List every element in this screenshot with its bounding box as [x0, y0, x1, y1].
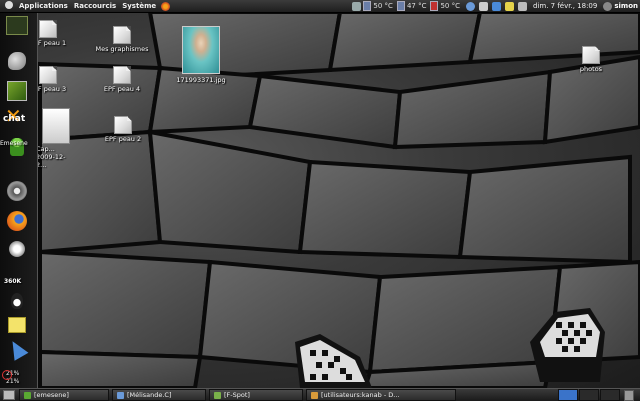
- firefox-launcher-icon[interactable]: [161, 1, 171, 11]
- dock-item-media[interactable]: [3, 180, 31, 202]
- network-counter: 360K: [4, 278, 22, 285]
- photo-thumbnail: [182, 26, 220, 74]
- thermometer-icon: [396, 1, 405, 11]
- temp-value-3: 50 °C: [440, 2, 460, 10]
- notes-icon[interactable]: [505, 1, 514, 11]
- user-switcher[interactable]: simon: [614, 2, 638, 10]
- dock-item-chat[interactable]: ✕ chat: [3, 106, 31, 128]
- mail-icon[interactable]: [479, 1, 488, 11]
- task-label: [Mélisande.C]: [127, 391, 172, 399]
- desktop-icon-epf-peau-2[interactable]: EPF peau 2: [100, 116, 146, 143]
- show-desktop-icon[interactable]: [3, 390, 15, 400]
- task-utilisateurs[interactable]: [utilisateurs:kanab - D...: [306, 389, 456, 401]
- applications-menu[interactable]: Applications: [16, 2, 71, 10]
- temp-sensor-2[interactable]: 47 °C: [396, 1, 427, 11]
- gimp-icon: [8, 52, 26, 70]
- user-status-icon[interactable]: [466, 1, 475, 11]
- icon-label: EPF peau 2: [104, 135, 142, 143]
- desktop-icon-epf-peau-4[interactable]: EPF peau 4: [100, 66, 144, 93]
- document-icon: [113, 66, 131, 84]
- thermometer-icon: [363, 1, 372, 11]
- volume-icon[interactable]: [518, 1, 527, 11]
- f-spot-icon: [214, 391, 221, 399]
- shortcuts-menu[interactable]: Raccourcis: [71, 2, 119, 10]
- bottom-panel: [emesene] [Mélisande.C] [F-Spot] [utilis…: [0, 388, 640, 401]
- desktop-icon-photo[interactable]: 171993371.jpg: [172, 26, 230, 84]
- top-panel: Applications Raccourcis Système 50 °C 47…: [0, 0, 640, 13]
- apps-icon: [7, 81, 27, 101]
- task-melisande[interactable]: [Mélisande.C]: [112, 389, 206, 401]
- desktop-icon-photos[interactable]: photos: [574, 46, 608, 73]
- hdd-icon: [352, 1, 362, 11]
- pointer-icon: [5, 337, 29, 361]
- workspace-switcher: [557, 389, 634, 401]
- icon-label: Mes graphismes: [95, 45, 149, 53]
- update-icon: [9, 241, 25, 257]
- workspace-2[interactable]: [579, 389, 599, 401]
- icon-label: EPF peau 4: [103, 85, 141, 93]
- emesene-icon: [24, 391, 31, 399]
- system-tray: 50 °C 47 °C 50 °C dim. 7 févr., 18:09 si…: [350, 0, 640, 12]
- temp-value-2: 47 °C: [406, 2, 427, 10]
- document-icon: [39, 20, 57, 38]
- sticky-note-icon: [8, 317, 26, 333]
- user-icon: [117, 391, 124, 399]
- dock-item-firefox[interactable]: [3, 210, 31, 232]
- icon-label: photos: [579, 65, 603, 73]
- task-label: [emesene]: [34, 391, 69, 399]
- media-player-icon: [7, 181, 27, 201]
- temp-sensor-3[interactable]: 50 °C: [430, 1, 460, 11]
- desktop-icon-screenshot[interactable]: Cap... 2009-12-2...: [36, 108, 74, 169]
- icon-label: Cap... 2009-12-2...: [36, 145, 66, 169]
- trash-icon[interactable]: [624, 389, 634, 401]
- desktop-wallpaper: [0, 12, 640, 388]
- left-dock: ✕ chat Emesene 360K 21% 21%: [0, 12, 38, 388]
- chat-logo: chat: [3, 114, 26, 124]
- desktop-icon-mes-graphismes[interactable]: Mes graphismes: [92, 26, 152, 53]
- dock-item-terminal[interactable]: [3, 14, 31, 36]
- temp-sensor-1[interactable]: 50 °C: [363, 1, 393, 11]
- document-icon: [582, 46, 600, 64]
- icon-label: 171993371.jpg: [176, 76, 226, 84]
- workspace-1[interactable]: [558, 389, 578, 401]
- thermometer-icon: [430, 1, 439, 11]
- cpu-meter-icon: [2, 370, 12, 380]
- screenshot-thumbnail: [42, 108, 70, 144]
- network-icon[interactable]: [492, 1, 501, 11]
- shutdown-icon[interactable]: [603, 1, 613, 11]
- brick-pavement: [38, 12, 640, 388]
- task-f-spot[interactable]: [F-Spot]: [209, 389, 303, 401]
- firefox-icon: [7, 211, 27, 231]
- dock-item-apps[interactable]: [3, 80, 31, 102]
- task-emesene[interactable]: [emesene]: [19, 389, 109, 401]
- folder-icon: [311, 391, 318, 399]
- dock-item-cursor[interactable]: [3, 337, 31, 361]
- dock-item-notes[interactable]: [3, 314, 31, 336]
- emesene-label: Emesene: [0, 140, 28, 147]
- document-icon: [114, 116, 132, 134]
- task-label: [F-Spot]: [224, 391, 250, 399]
- dock-item-gimp[interactable]: [3, 50, 31, 72]
- clock[interactable]: dim. 7 févr., 18:09: [533, 2, 597, 10]
- document-icon: [113, 26, 131, 44]
- workspace-3[interactable]: [600, 389, 620, 401]
- gnome-foot-icon[interactable]: [5, 1, 13, 9]
- document-icon: [39, 66, 57, 84]
- dock-item-tux[interactable]: [3, 290, 31, 312]
- tux-icon: [11, 293, 23, 309]
- task-label: [utilisateurs:kanab - D...: [321, 391, 400, 399]
- temp-value-1: 50 °C: [373, 2, 393, 10]
- dock-item-update[interactable]: [3, 238, 31, 260]
- terminal-icon: [6, 15, 28, 35]
- system-menu[interactable]: Système: [119, 2, 159, 10]
